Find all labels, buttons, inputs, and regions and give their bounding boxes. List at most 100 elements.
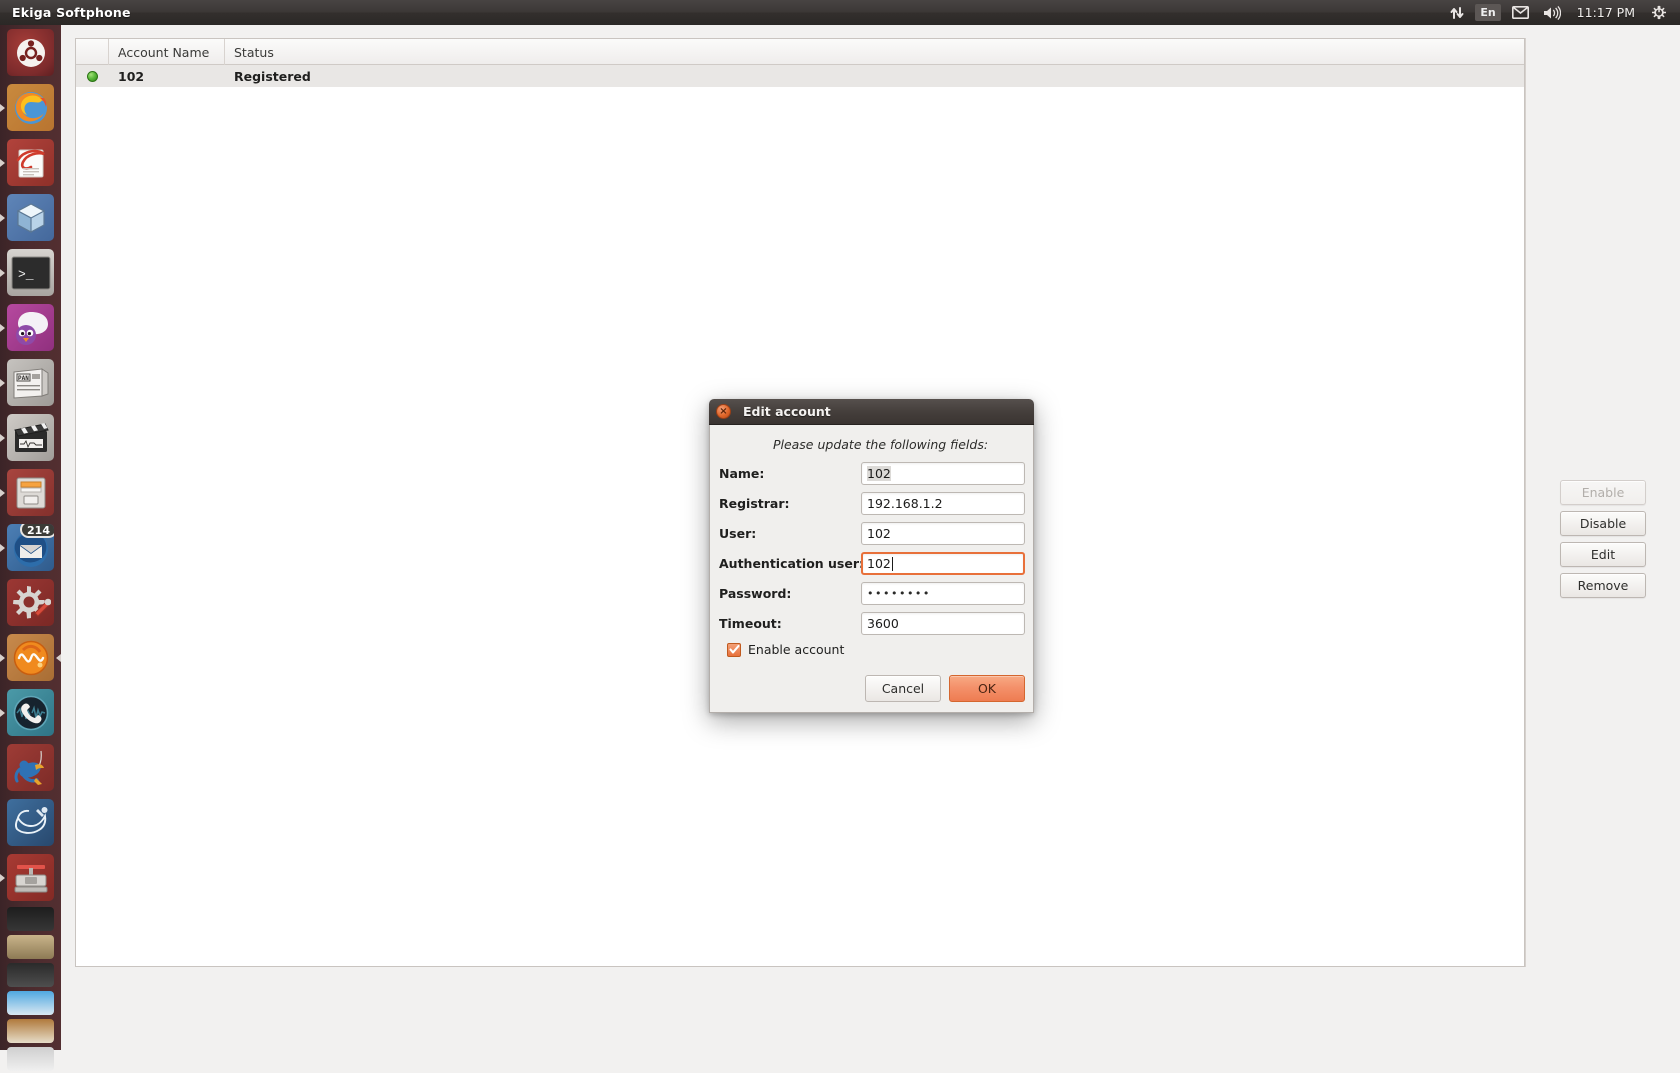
newspaper-icon: PAN: [7, 359, 54, 406]
stacked-window-icon: [7, 1047, 54, 1071]
password-field[interactable]: ••••••••: [861, 582, 1025, 605]
field-row-password: Password: ••••••••: [718, 582, 1025, 605]
column-header-account-name[interactable]: Account Name: [109, 39, 225, 65]
clapperboard-icon: [7, 414, 54, 461]
launcher-item-file-manager[interactable]: [0, 465, 61, 520]
timeout-label: Timeout:: [719, 616, 782, 631]
svg-text:PAN: PAN: [18, 375, 29, 382]
launcher-item-pan[interactable]: PAN: [0, 355, 61, 410]
stacked-window-icon: [7, 907, 54, 931]
authentication-user-field[interactable]: 102: [861, 552, 1025, 575]
thunderbird-icon: 214: [7, 524, 54, 571]
volume-icon[interactable]: [1536, 0, 1568, 25]
running-indicator-left: [0, 323, 5, 332]
launcher-item-writer[interactable]: [0, 135, 61, 190]
table-row[interactable]: 102 Registered: [76, 65, 1524, 87]
notification-badge: 214: [20, 524, 54, 538]
terminal-icon: >_: [7, 249, 54, 296]
launcher-item-pidgin[interactable]: [0, 300, 61, 355]
purple-bird-icon: [7, 304, 54, 351]
launcher-item-ekiga[interactable]: [0, 685, 61, 740]
column-header-status[interactable]: Status: [225, 39, 1524, 65]
timeout-field[interactable]: 3600: [861, 612, 1025, 635]
registrar-label: Registrar:: [719, 496, 790, 511]
field-row-timeout: Timeout: 3600: [718, 612, 1025, 635]
enable-account-row[interactable]: Enable account: [727, 642, 1025, 657]
launcher-stack-item-4[interactable]: [0, 989, 61, 1017]
user-label: User:: [719, 526, 757, 541]
clock[interactable]: 11:17 PM: [1568, 5, 1644, 20]
ok-button[interactable]: OK: [949, 675, 1025, 702]
running-indicator-left: [0, 653, 5, 662]
launcher-item-diver-app[interactable]: [0, 740, 61, 795]
launcher-stack-item-1[interactable]: [0, 905, 61, 933]
field-row-name: Name: 102: [718, 462, 1025, 485]
launcher-stack-item-6[interactable]: [0, 1045, 61, 1073]
launcher-item-virtualbox[interactable]: [0, 190, 61, 245]
name-value: 102: [867, 466, 891, 481]
running-indicator-left: [0, 378, 5, 387]
stacked-window-icon: [7, 963, 54, 987]
launcher-item-mysql-workbench[interactable]: [0, 795, 61, 850]
launcher-stack-item-3[interactable]: [0, 961, 61, 989]
keyboard-layout-indicator[interactable]: En: [1475, 4, 1501, 21]
messaging-icon[interactable]: [1505, 0, 1536, 25]
user-field[interactable]: 102: [861, 522, 1025, 545]
orange-waveform-icon: [7, 634, 54, 681]
dolphin-wrench-icon: [7, 799, 54, 846]
dialog-body: Please update the following fields: Name…: [709, 425, 1034, 713]
running-indicator-left: [0, 708, 5, 717]
column-header-indicator[interactable]: [76, 39, 109, 65]
stacked-window-icon: [7, 991, 54, 1015]
running-indicator-left: [0, 158, 5, 167]
launcher-item-firefox[interactable]: [0, 80, 61, 135]
edit-account-dialog: × Edit account Please update the followi…: [709, 399, 1034, 713]
name-field[interactable]: 102: [861, 462, 1025, 485]
launcher-item-video-editor[interactable]: [0, 410, 61, 465]
top-panel: Ekiga Softphone En 11:17 PM: [0, 0, 1680, 25]
power-gear-icon[interactable]: [1644, 0, 1674, 25]
vise-icon: [7, 854, 54, 901]
running-indicator-left: [0, 268, 5, 277]
user-value: 102: [867, 526, 891, 541]
panel-indicator-area: En 11:17 PM: [1443, 0, 1680, 25]
stacked-window-icon: [7, 935, 54, 959]
enable-account-checkbox[interactable]: [727, 642, 741, 657]
gear-wrench-icon: [7, 579, 54, 626]
launcher-item-archive-manager[interactable]: [0, 850, 61, 905]
dialog-titlebar[interactable]: × Edit account: [709, 399, 1034, 425]
launcher-item-thunderbird[interactable]: 214: [0, 520, 61, 575]
panel-app-title: Ekiga Softphone: [12, 5, 131, 20]
focused-app-indicator: [56, 653, 61, 662]
password-label: Password:: [719, 586, 792, 601]
launcher-item-terminal[interactable]: >_: [0, 245, 61, 300]
field-row-registrar: Registrar: 192.168.1.2: [718, 492, 1025, 515]
running-indicator-left: [0, 213, 5, 222]
field-row-authentication-user: Authentication user: 102: [718, 552, 1025, 575]
document-editor-icon: [7, 139, 54, 186]
firefox-icon: [7, 84, 54, 131]
running-indicator-left: [0, 488, 5, 497]
cancel-button[interactable]: Cancel: [865, 675, 941, 702]
account-actions-panel: Enable Disable Edit Remove: [1525, 38, 1680, 967]
svg-text:>_: >_: [18, 267, 34, 282]
launcher-item-dash-home[interactable]: [0, 25, 61, 80]
registered-green-dot: [87, 70, 98, 82]
blue-cube-icon: [7, 194, 54, 241]
enable-account-label: Enable account: [748, 642, 845, 657]
launcher-stack-item-5[interactable]: [0, 1017, 61, 1045]
launcher-item-audio-editor[interactable]: [0, 630, 61, 685]
remove-button[interactable]: Remove: [1560, 573, 1646, 598]
disable-button[interactable]: Disable: [1560, 511, 1646, 536]
launcher-stack-item-2[interactable]: [0, 933, 61, 961]
network-icon[interactable]: [1443, 0, 1471, 25]
name-label: Name:: [719, 466, 765, 481]
edit-button[interactable]: Edit: [1560, 542, 1646, 567]
timeout-value: 3600: [867, 616, 899, 631]
enable-button[interactable]: Enable: [1560, 480, 1646, 505]
close-icon[interactable]: ×: [716, 404, 731, 419]
registrar-field[interactable]: 192.168.1.2: [861, 492, 1025, 515]
running-indicator-left: [0, 873, 5, 882]
dialog-action-buttons: Cancel OK: [718, 675, 1025, 704]
launcher-item-system-tools[interactable]: [0, 575, 61, 630]
